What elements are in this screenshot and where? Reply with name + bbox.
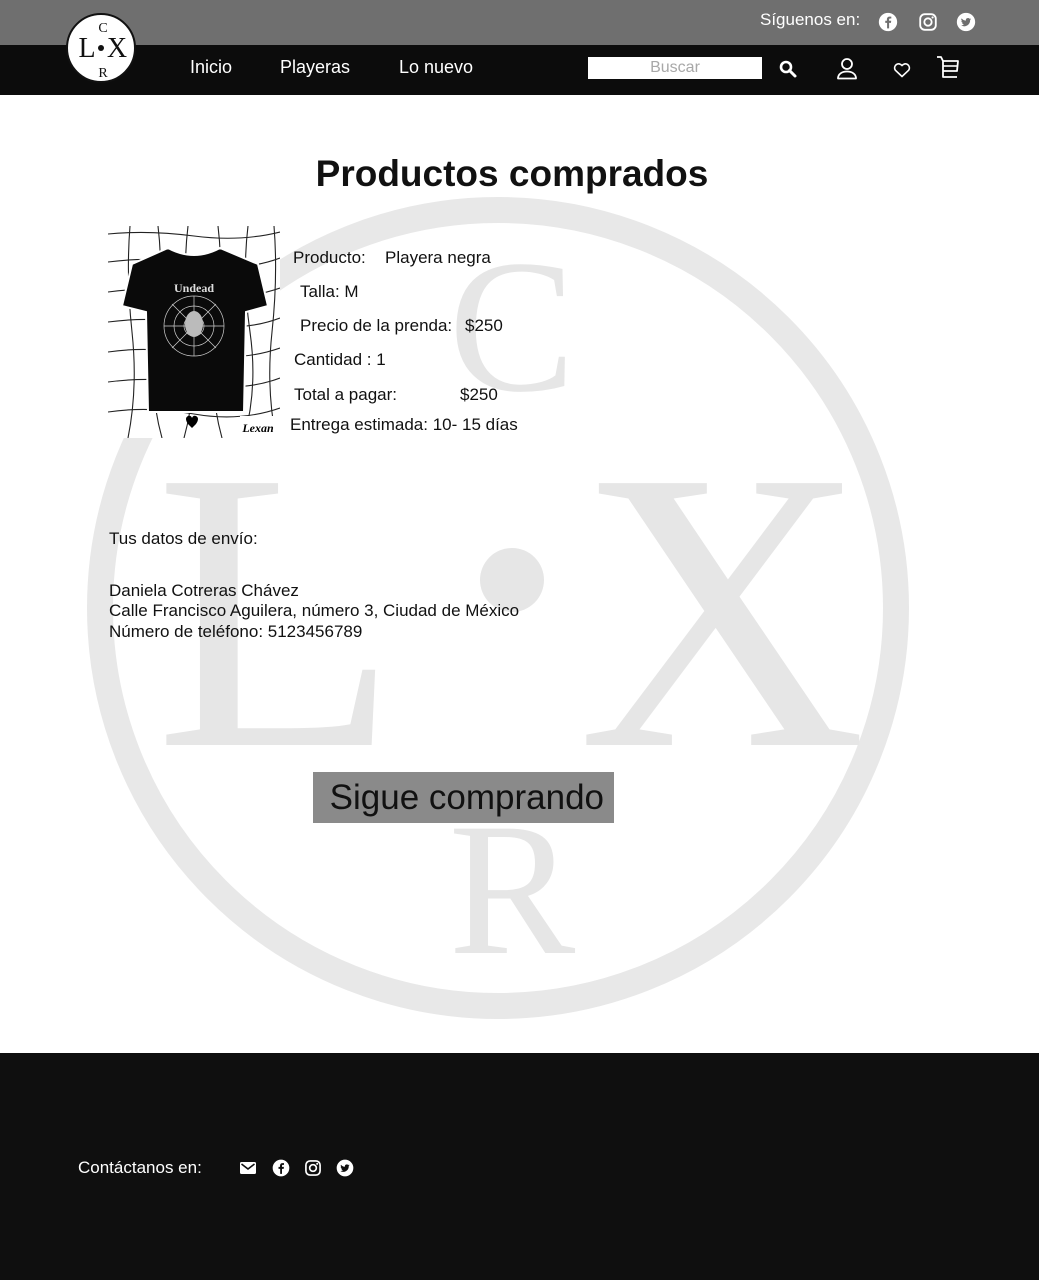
nav-link-playeras[interactable]: Playeras: [280, 57, 350, 78]
nav-bar: Inicio Playeras Lo nuevo: [0, 45, 1039, 95]
footer: Contáctanos en:: [0, 1053, 1039, 1280]
svg-text:X: X: [578, 389, 867, 832]
svg-text:L: L: [78, 33, 95, 64]
logo[interactable]: C L X R: [66, 13, 136, 83]
heart-icon[interactable]: [893, 62, 911, 78]
top-bar: Síguenos en:: [0, 0, 1039, 45]
total-value: $250: [460, 385, 498, 404]
product-image: Undead Lexan: [108, 226, 280, 438]
user-icon[interactable]: [836, 57, 858, 81]
twitter-icon[interactable]: [955, 11, 977, 33]
product-name-value: Playera negra: [385, 248, 491, 267]
price-label: Precio de la prenda:: [300, 316, 453, 335]
cart-icon[interactable]: [936, 55, 960, 81]
svg-text:Undead: Undead: [174, 281, 214, 295]
instagram-icon[interactable]: [917, 11, 939, 33]
search-icon[interactable]: [778, 59, 798, 79]
page-title: Productos comprados: [315, 153, 709, 194]
delivery-estimate: Entrega estimada: 10- 15 días: [290, 415, 518, 434]
total-label: Total a pagar:: [294, 385, 398, 404]
nav-link-inicio[interactable]: Inicio: [190, 57, 232, 78]
follow-label: Síguenos en:: [760, 10, 861, 29]
shipping-title: Tus datos de envío:: [109, 529, 258, 548]
svg-text:X: X: [107, 33, 127, 64]
price-value: $250: [465, 316, 503, 335]
continue-shopping-button[interactable]: Sigue comprando: [313, 772, 614, 823]
product-size: Talla: M: [300, 282, 359, 301]
svg-text:R: R: [98, 66, 108, 81]
contact-label: Contáctanos en:: [78, 1158, 202, 1177]
shipping-address: Calle Francisco Aguilera, número 3, Ciud…: [109, 601, 520, 620]
svg-text:Lexan: Lexan: [241, 421, 274, 435]
instagram-icon[interactable]: [303, 1158, 323, 1178]
search-input[interactable]: [588, 57, 762, 79]
twitter-icon[interactable]: [335, 1158, 355, 1178]
shipping-name: Daniela Cotreras Chávez: [109, 581, 299, 600]
shipping-phone: Número de teléfono: 5123456789: [109, 622, 363, 641]
facebook-icon[interactable]: [877, 11, 899, 33]
mail-icon[interactable]: [238, 1158, 258, 1178]
facebook-icon[interactable]: [271, 1158, 291, 1178]
product-quantity: Cantidad : 1: [294, 350, 386, 369]
product-name-label: Producto:: [293, 248, 366, 267]
nav-link-lo-nuevo[interactable]: Lo nuevo: [399, 57, 473, 78]
